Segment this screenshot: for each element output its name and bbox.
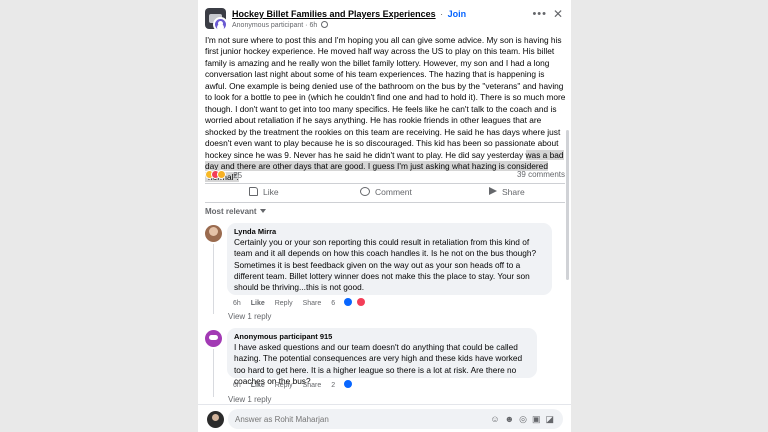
- anonymous-avatar-icon: [213, 17, 228, 32]
- sticker-pack-icon[interactable]: ◪: [545, 414, 559, 424]
- chevron-down-icon: [259, 209, 266, 213]
- comment-reactions[interactable]: 2: [331, 380, 360, 389]
- post-author[interactable]: Anonymous participant: [232, 22, 303, 29]
- separator: ·: [440, 9, 444, 19]
- post-meta: Anonymous participant · 6h: [232, 21, 329, 29]
- comments-count[interactable]: 39 comments: [517, 170, 565, 179]
- comment-reactions[interactable]: 6: [331, 298, 373, 307]
- thread-line: [213, 349, 214, 397]
- comment-label: Comment: [375, 187, 412, 197]
- comment-like-button[interactable]: Like: [251, 382, 265, 389]
- comment-meta: 6h Like Reply Share 2: [233, 380, 368, 389]
- like-button[interactable]: Like: [249, 187, 279, 197]
- comment-meta: 6h Like Reply Share 6: [233, 298, 381, 307]
- meta-separator: ·: [305, 22, 308, 29]
- like-reaction-icon: [344, 380, 353, 388]
- comment-text: Certainly you or your son reporting this…: [234, 237, 537, 293]
- sticker-icon[interactable]: ☺: [490, 414, 504, 424]
- post-body: I'm not sure where to post this and I'm …: [205, 35, 567, 184]
- divider: [205, 202, 565, 203]
- love-reaction-icon: [357, 298, 366, 306]
- comment-share-button[interactable]: Share: [303, 300, 322, 307]
- comment-author[interactable]: Lynda Mirra: [234, 227, 545, 237]
- post-time[interactable]: 6h: [309, 22, 317, 29]
- post-title-line: Hockey Billet Families and Players Exper…: [232, 9, 466, 19]
- emoji-icon[interactable]: ☻: [505, 414, 519, 424]
- view-replies-link[interactable]: View 1 reply: [228, 395, 271, 404]
- comment-author[interactable]: Anonymous participant 915: [234, 332, 530, 342]
- post-header: Hockey Billet Families and Players Exper…: [205, 7, 565, 33]
- post-card: Hockey Billet Families and Players Exper…: [198, 0, 571, 432]
- action-bar: Like Comment Share: [205, 185, 567, 201]
- comment-composer: ☺☻◎▣◪: [198, 404, 571, 432]
- like-label: Like: [263, 187, 279, 197]
- reaction-summary: 25 39 comments: [205, 170, 567, 182]
- user-avatar[interactable]: [207, 411, 224, 428]
- comment-reaction-count: 2: [331, 382, 336, 389]
- comment-button[interactable]: Comment: [360, 187, 412, 197]
- reaction-icons[interactable]: [205, 170, 226, 180]
- post-text: I'm not sure where to post this and I'm …: [205, 35, 566, 160]
- join-button[interactable]: Join: [448, 9, 467, 19]
- commenter-avatar[interactable]: [205, 225, 222, 242]
- gif-icon[interactable]: ▣: [532, 414, 546, 424]
- share-icon: [489, 187, 497, 195]
- sort-label: Most relevant: [205, 207, 257, 216]
- view-replies-link[interactable]: View 1 reply: [228, 312, 271, 321]
- share-button[interactable]: Share: [489, 187, 525, 197]
- divider: [205, 183, 565, 184]
- close-icon[interactable]: ✕: [553, 7, 563, 21]
- comment-like-button[interactable]: Like: [251, 300, 265, 307]
- comment-time[interactable]: 6h: [233, 300, 241, 307]
- comment-bubble: Lynda Mirra Certainly you or your son re…: [227, 223, 552, 295]
- comment-reply-button[interactable]: Reply: [275, 382, 293, 389]
- globe-icon: [321, 21, 329, 28]
- camera-icon[interactable]: ◎: [519, 414, 532, 424]
- comment-bubble: Anonymous participant 915 I have asked q…: [227, 328, 537, 386]
- more-icon[interactable]: •••: [532, 8, 547, 20]
- anonymous-avatar-icon[interactable]: [205, 330, 222, 347]
- care-icon: [217, 170, 226, 179]
- comment-sort-dropdown[interactable]: Most relevant: [205, 207, 266, 216]
- like-icon: [249, 187, 258, 196]
- reaction-count[interactable]: 25: [233, 171, 242, 180]
- share-label: Share: [502, 187, 525, 197]
- comment-icon: [360, 187, 370, 196]
- group-name-link[interactable]: Hockey Billet Families and Players Exper…: [232, 9, 436, 19]
- thread-line: [213, 244, 214, 314]
- composer-icons: ☺☻◎▣◪: [490, 414, 559, 425]
- comment-reaction-count: 6: [331, 300, 336, 307]
- comment-share-button[interactable]: Share: [303, 382, 322, 389]
- comment-reply-button[interactable]: Reply: [275, 300, 293, 307]
- like-reaction-icon: [344, 298, 353, 306]
- comment-time[interactable]: 6h: [233, 382, 241, 389]
